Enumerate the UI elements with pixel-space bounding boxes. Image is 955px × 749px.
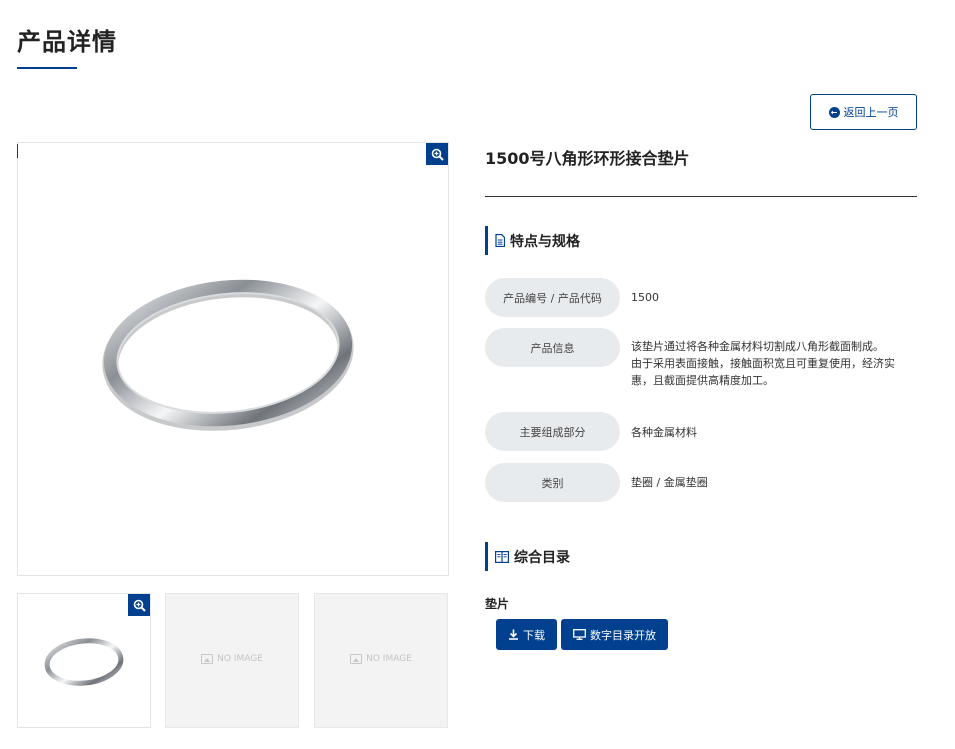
spec-label-product-code: 产品编号 / 产品代码 [485,278,620,317]
back-button[interactable]: ← 返回上一页 [810,94,917,130]
spec-value-product-info: 该垫片通过将各种金属材料切割成八角形截面制成。 由于采用表面接触，接触面积宽且可… [631,338,911,389]
thumbnail-3[interactable]: NO IMAGE [314,593,448,728]
ring-gasket-image [102,279,354,431]
download-button[interactable]: 下载 [496,619,557,650]
divider [485,196,917,197]
page-title: 产品详情 [17,28,117,56]
product-info-line: 该垫片通过将各种金属材料切割成八角形截面制成。 [631,340,884,353]
digital-catalog-button-label: 数字目录开放 [590,628,656,642]
spec-label-main-components: 主要组成部分 [485,412,620,451]
document-icon [495,234,505,247]
zoom-in-icon [133,599,146,612]
back-button-label: 返回上一页 [843,106,899,119]
catalog-section-heading: 综合目录 [485,542,570,571]
thumbnail-1[interactable] [17,593,151,728]
catalog-section-title: 综合目录 [514,549,570,566]
product-name: 1500号八角形环形接合垫片 [485,149,690,168]
product-info-line: 惠，且截面提供高精度加工。 [631,374,774,387]
digital-catalog-button[interactable]: 数字目录开放 [561,619,668,650]
no-image-placeholder: NO IMAGE [166,654,298,664]
product-info-line: 由于采用表面接触，接触面积宽且可重复使用，经济实 [631,357,895,370]
no-image-text: NO IMAGE [217,654,263,664]
spec-value-product-code: 1500 [631,291,659,304]
catalog-item-label: 垫片 [485,597,510,611]
image-icon [350,654,363,664]
thumbnail-zoom-button[interactable] [128,594,150,616]
download-button-label: 下载 [523,628,545,642]
book-icon [495,550,509,563]
spec-value-category: 垫圈 / 金属垫圈 [631,476,708,489]
ring-gasket-thumbnail [44,638,124,686]
specs-section-title: 特点与规格 [510,233,580,250]
spec-label-category: 类别 [485,463,620,502]
spec-value-main-components: 各种金属材料 [631,426,697,439]
image-icon [201,654,214,664]
text-cursor [17,144,18,158]
no-image-text: NO IMAGE [366,654,412,664]
main-product-image[interactable] [17,142,449,576]
thumbnail-2[interactable]: NO IMAGE [165,593,299,728]
title-underline [17,67,77,69]
spec-label-product-info: 产品信息 [485,328,620,367]
monitor-icon [573,629,586,640]
no-image-placeholder: NO IMAGE [315,654,447,664]
arrow-circle-left-icon: ← [828,106,840,118]
zoom-in-button[interactable] [426,143,448,165]
download-icon [509,629,518,640]
zoom-in-icon [431,148,444,161]
specs-section-heading: 特点与规格 [485,226,580,255]
